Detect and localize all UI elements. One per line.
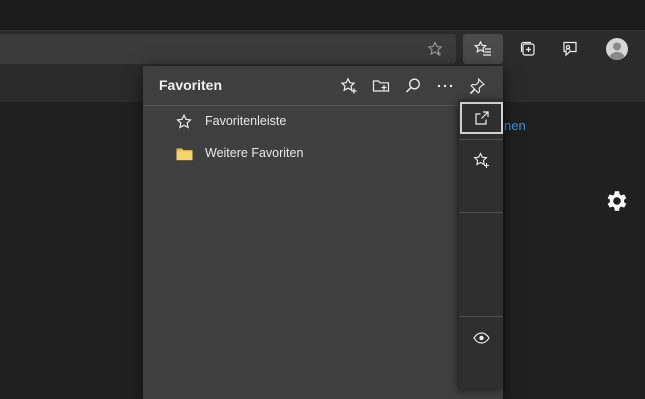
add-folder-icon[interactable] <box>369 74 393 98</box>
favorites-button[interactable] <box>463 34 503 64</box>
feedback-icon <box>561 40 579 58</box>
favorites-panel-header: Favoriten <box>143 66 503 106</box>
menu-separator <box>459 139 503 140</box>
other-favorites-item[interactable]: Weitere Favoriten <box>143 139 459 169</box>
add-favorite-star-icon[interactable] <box>424 38 446 60</box>
add-page-to-favorites-icon[interactable] <box>337 74 361 98</box>
eye-icon <box>472 332 490 344</box>
menu-separator <box>459 212 503 213</box>
star-add-icon <box>472 151 490 169</box>
add-to-favorites-menu-item[interactable] <box>459 144 503 176</box>
folder-icon <box>175 145 193 163</box>
collections-button[interactable] <box>508 34 548 64</box>
pin-icon[interactable] <box>465 74 489 98</box>
open-external-icon <box>474 110 490 126</box>
open-in-new-window-item[interactable] <box>460 102 503 134</box>
more-options-menu <box>459 99 503 389</box>
favorites-bar-item[interactable]: Favoritenleiste <box>143 107 459 137</box>
star-outline-icon <box>175 113 193 131</box>
more-options-icon[interactable] <box>433 74 457 98</box>
title-bar <box>0 0 645 30</box>
address-bar[interactable] <box>0 34 456 64</box>
favorites-panel-title: Favoriten <box>159 77 223 93</box>
settings-gear-icon[interactable] <box>603 188 629 214</box>
avatar <box>606 38 628 60</box>
profile-button[interactable] <box>597 34 637 64</box>
favorites-list-icon <box>474 40 492 58</box>
show-favorites-bar-item[interactable] <box>459 322 503 354</box>
collections-icon <box>519 40 537 58</box>
search-icon[interactable] <box>401 74 425 98</box>
favorites-bar-label: Favoritenleiste <box>205 114 287 128</box>
background-link[interactable]: nen <box>504 118 526 133</box>
menu-separator <box>459 316 503 317</box>
feedback-button[interactable] <box>550 34 590 64</box>
favorites-panel: Favoriten Favoritenleiste Weitere Favori… <box>143 66 503 399</box>
other-favorites-label: Weitere Favoriten <box>205 146 304 160</box>
